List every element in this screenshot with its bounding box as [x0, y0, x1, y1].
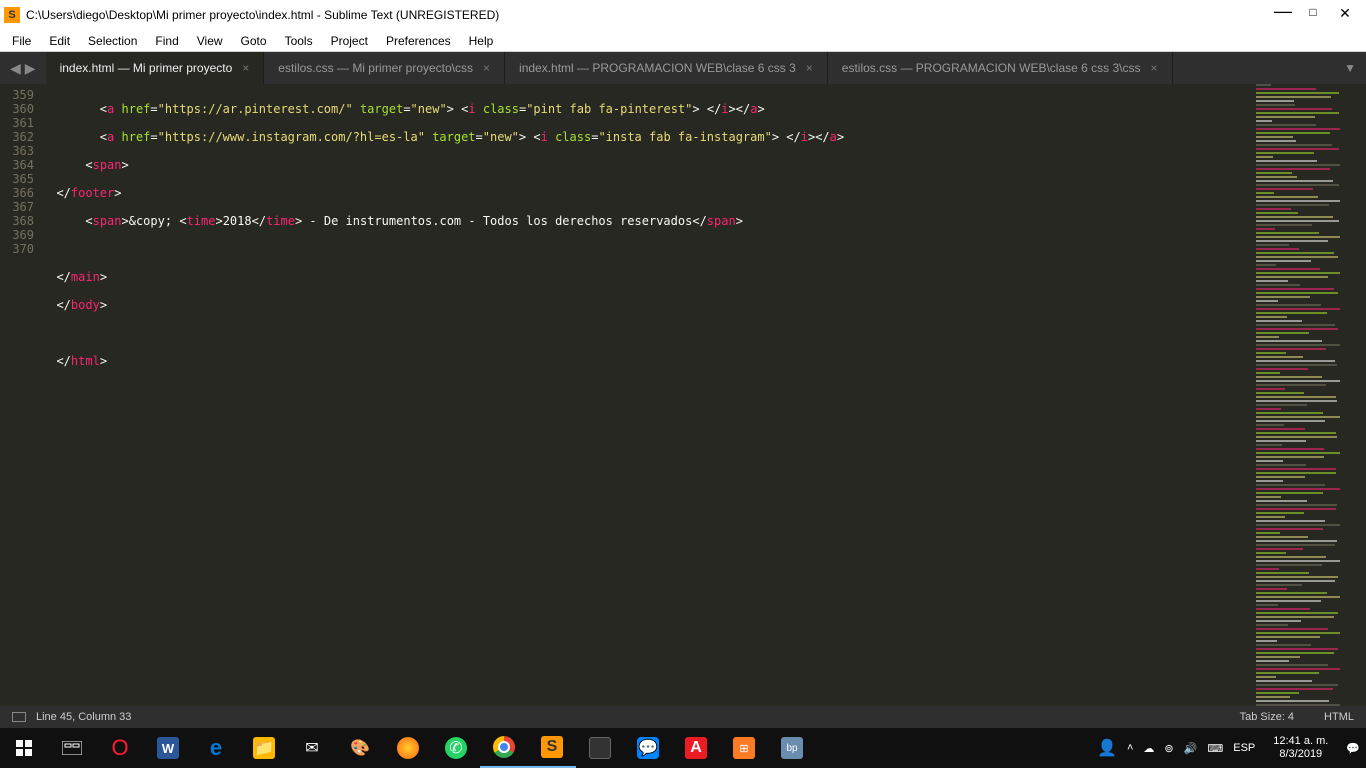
code-area[interactable]: <a href="https://ar.pinterest.com/" targ… [42, 84, 1366, 706]
app-icon-2[interactable]: bp [768, 728, 816, 768]
line-number: 365 [0, 172, 34, 186]
menu-view[interactable]: View [197, 34, 223, 48]
xampp-icon[interactable]: ⊞ [720, 728, 768, 768]
close-icon[interactable]: × [242, 61, 249, 75]
tab-label: index.html — PROGRAMACION WEB\clase 6 cs… [519, 61, 796, 75]
nav-back-icon[interactable]: ◀ [10, 60, 21, 77]
line-number: 367 [0, 200, 34, 214]
opera-icon[interactable]: O [96, 728, 144, 768]
clock-time: 12:41 a. m. [1273, 735, 1328, 748]
tab-label: index.html — Mi primer proyecto [60, 61, 233, 75]
menu-goto[interactable]: Goto [241, 34, 267, 48]
editor[interactable]: 359 360 361 362 363 364 365 366 367 368 … [0, 84, 1366, 706]
line-number: 359 [0, 88, 34, 102]
network-icon[interactable]: ⊚ [1164, 742, 1173, 755]
line-number: 361 [0, 116, 34, 130]
close-icon[interactable]: × [483, 61, 490, 75]
menu-tools[interactable]: Tools [285, 34, 313, 48]
minimize-button[interactable]: — [1274, 1, 1288, 22]
status-cursor-position[interactable]: Line 45, Column 33 [36, 711, 131, 723]
onedrive-icon[interactable]: ☁ [1143, 742, 1154, 755]
panel-switcher-icon[interactable] [12, 712, 26, 722]
tab-label: estilos.css — PROGRAMACION WEB\clase 6 c… [842, 61, 1141, 75]
line-number: 369 [0, 228, 34, 242]
statusbar: Line 45, Column 33 Tab Size: 4 HTML [0, 706, 1366, 728]
menu-edit[interactable]: Edit [49, 34, 70, 48]
titlebar: S C:\Users\diego\Desktop\Mi primer proye… [0, 0, 1366, 30]
line-number: 364 [0, 158, 34, 172]
firefox-icon[interactable] [384, 728, 432, 768]
app-logo-icon: S [4, 7, 20, 23]
tab-label: estilos.css — Mi primer proyecto\css [278, 61, 473, 75]
acrobat-icon[interactable]: A [672, 728, 720, 768]
menu-file[interactable]: File [12, 34, 31, 48]
close-icon[interactable]: × [806, 61, 813, 75]
start-button[interactable] [0, 728, 48, 768]
windows-taskbar: O W e 📁 ✉ 🎨 ✆ S 💬 A ⊞ bp 👤 ˄ ☁ ⊚ 🔊 ⌨ ESP… [0, 728, 1366, 768]
taskbar-clock[interactable]: 12:41 a. m. 8/3/2019 [1265, 735, 1336, 761]
word-icon[interactable]: W [144, 728, 192, 768]
status-tab-size[interactable]: Tab Size: 4 [1240, 711, 1294, 723]
system-tray: 👤 ˄ ☁ ⊚ 🔊 ⌨ ESP 12:41 a. m. 8/3/2019 💬 [1097, 735, 1366, 761]
clock-date: 8/3/2019 [1273, 748, 1328, 761]
explorer-icon[interactable]: 📁 [240, 728, 288, 768]
menu-help[interactable]: Help [469, 34, 494, 48]
status-syntax[interactable]: HTML [1324, 711, 1354, 723]
close-button[interactable]: ✕ [1338, 5, 1352, 26]
tab-overflow-icon[interactable]: ▼ [1334, 52, 1366, 84]
language-indicator[interactable]: ESP [1233, 742, 1255, 754]
messenger-icon[interactable]: 💬 [624, 728, 672, 768]
nav-forward-icon[interactable]: ▶ [25, 60, 36, 77]
menubar: File Edit Selection Find View Goto Tools… [0, 30, 1366, 52]
tab-estilos-prog[interactable]: estilos.css — PROGRAMACION WEB\clase 6 c… [828, 52, 1173, 84]
menu-selection[interactable]: Selection [88, 34, 137, 48]
keyboard-icon[interactable]: ⌨ [1207, 742, 1223, 755]
line-number: 370 [0, 242, 34, 256]
menu-find[interactable]: Find [155, 34, 178, 48]
close-icon[interactable]: × [1151, 61, 1158, 75]
line-number-gutter: 359 360 361 362 363 364 365 366 367 368 … [0, 84, 42, 706]
tab-index-prog[interactable]: index.html — PROGRAMACION WEB\clase 6 cs… [505, 52, 828, 84]
tabbar: ◀ ▶ index.html — Mi primer proyecto × es… [0, 52, 1366, 84]
tray-chevron-up-icon[interactable]: ˄ [1127, 742, 1133, 754]
people-icon[interactable]: 👤 [1097, 738, 1117, 758]
menu-preferences[interactable]: Preferences [386, 34, 451, 48]
mail-icon[interactable]: ✉ [288, 728, 336, 768]
line-number: 368 [0, 214, 34, 228]
edge-icon[interactable]: e [192, 728, 240, 768]
maximize-button[interactable]: □ [1306, 5, 1320, 26]
paint-icon[interactable]: 🎨 [336, 728, 384, 768]
app-icon-1[interactable] [576, 728, 624, 768]
whatsapp-icon[interactable]: ✆ [432, 728, 480, 768]
task-view-icon[interactable] [48, 728, 96, 768]
tab-estilos-primer[interactable]: estilos.css — Mi primer proyecto\css × [264, 52, 505, 84]
line-number: 360 [0, 102, 34, 116]
minimap[interactable] [1246, 84, 1366, 706]
volume-icon[interactable]: 🔊 [1184, 742, 1198, 755]
line-number: 366 [0, 186, 34, 200]
menu-project[interactable]: Project [331, 34, 368, 48]
line-number: 363 [0, 144, 34, 158]
action-center-icon[interactable]: 💬 [1346, 742, 1360, 755]
chrome-icon[interactable] [480, 728, 528, 768]
line-number: 362 [0, 130, 34, 144]
tab-index-primer[interactable]: index.html — Mi primer proyecto × [46, 52, 265, 84]
sublime-icon[interactable]: S [528, 728, 576, 768]
window-title: C:\Users\diego\Desktop\Mi primer proyect… [26, 8, 1274, 22]
